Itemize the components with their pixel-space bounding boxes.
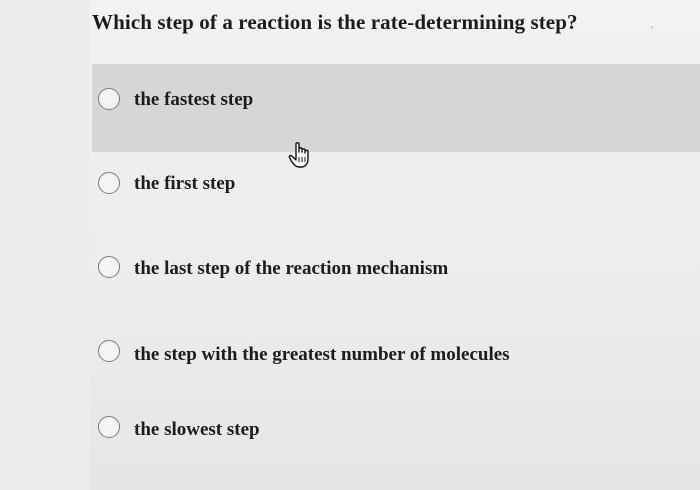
answer-label: the step with the greatest number of mol… <box>134 344 510 365</box>
answer-label: the slowest step <box>134 419 260 440</box>
answer-option-5[interactable]: the slowest step <box>92 398 700 486</box>
question-text: Which step of a reaction is the rate-det… <box>92 10 578 34</box>
answer-label: the first step <box>134 173 236 194</box>
radio-button[interactable] <box>98 88 120 110</box>
answer-option-1[interactable]: the fastest step <box>92 64 700 152</box>
answer-option-3[interactable]: the last step of the reaction mechanism <box>92 236 700 324</box>
left-margin <box>0 0 90 490</box>
answer-option-2[interactable]: the first step <box>92 152 700 240</box>
radio-button[interactable] <box>98 256 120 278</box>
radio-button[interactable] <box>98 172 120 194</box>
answer-label: the fastest step <box>134 89 254 110</box>
radio-button[interactable] <box>98 416 120 438</box>
quiz-page: Which step of a reaction is the rate-det… <box>0 0 700 490</box>
radio-button[interactable] <box>98 340 120 362</box>
corner-mark: ˏ <box>650 15 654 29</box>
answer-option-4[interactable]: the step with the greatest number of mol… <box>92 322 700 410</box>
answer-label: the last step of the reaction mechanism <box>134 258 449 279</box>
hand-pointer-icon <box>288 142 309 168</box>
